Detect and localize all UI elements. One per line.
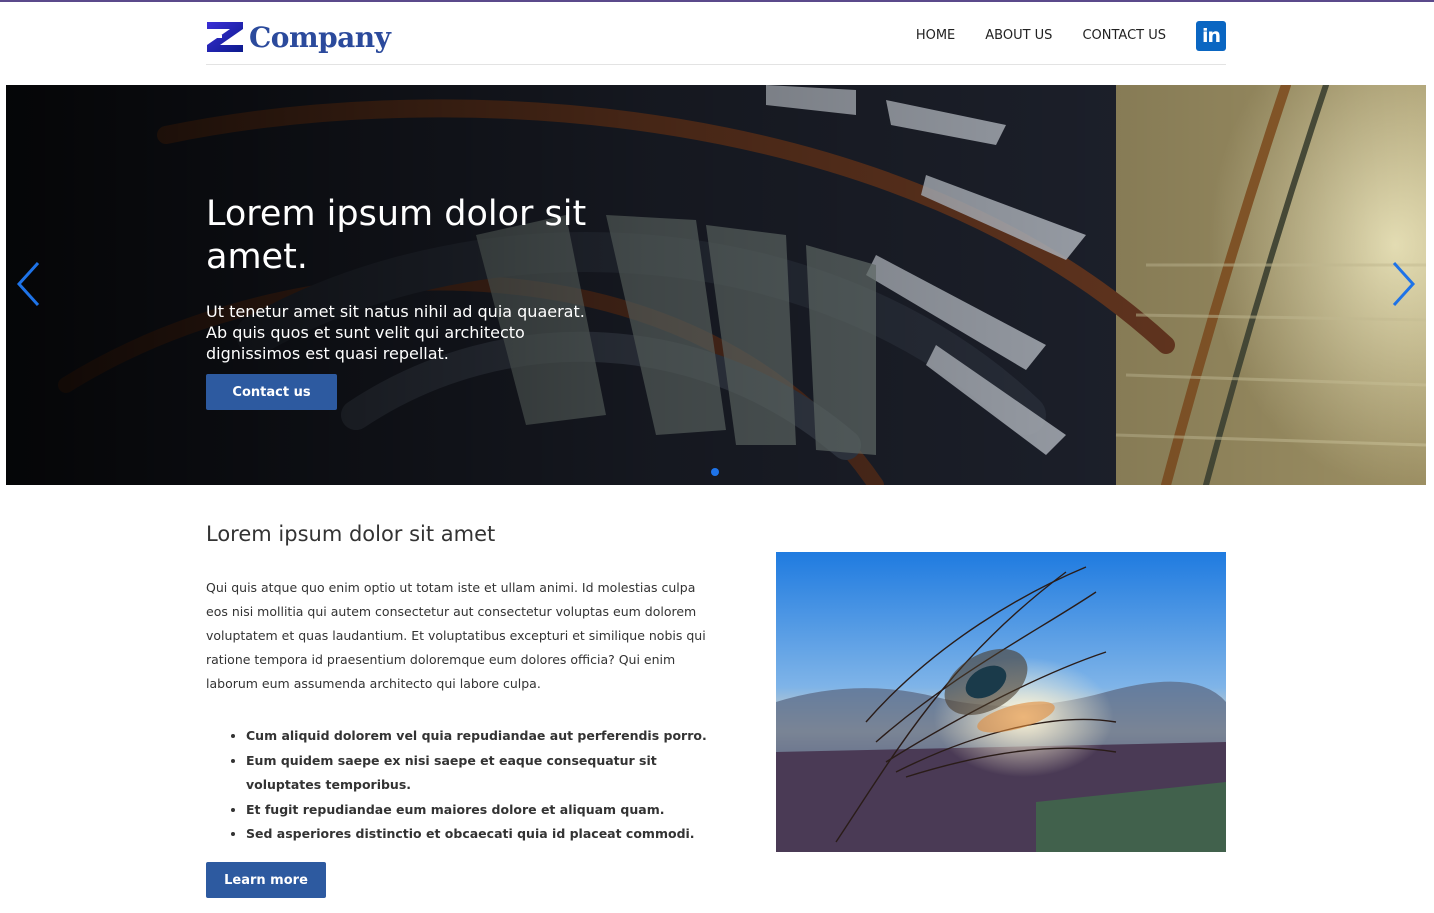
section-heading: Lorem ipsum dolor sit amet — [206, 522, 496, 546]
linkedin-icon[interactable]: in — [1196, 21, 1226, 51]
site-header: Company HOME ABOUT US CONTACT US in — [206, 2, 1226, 65]
list-item: Et fugit repudiandae eum maiores dolore … — [246, 798, 716, 823]
logo-text: Company — [249, 20, 391, 54]
list-item: Sed asperiores distinctio et obcaecati q… — [246, 822, 716, 847]
nav-home[interactable]: HOME — [916, 20, 955, 52]
list-item: Eum quidem saepe ex nisi saepe et eaque … — [246, 749, 716, 798]
feature-list: Cum aliquid dolorem vel quia repudiandae… — [230, 724, 716, 847]
list-item: Cum aliquid dolorem vel quia repudiandae… — [246, 724, 716, 749]
chevron-left-icon[interactable] — [14, 260, 44, 310]
contact-us-button[interactable]: Contact us — [206, 374, 337, 410]
learn-more-button[interactable]: Learn more — [206, 862, 326, 898]
hero-carousel: Lorem ipsum dolor sit amet. Ut tenetur a… — [6, 85, 1426, 485]
chevron-right-icon[interactable] — [1388, 260, 1418, 310]
hero-title: Lorem ipsum dolor sit amet. — [206, 194, 587, 277]
nav-about-us[interactable]: ABOUT US — [985, 20, 1052, 52]
main-nav: HOME ABOUT US CONTACT US in — [916, 20, 1226, 52]
nav-contact-us[interactable]: CONTACT US — [1082, 20, 1166, 52]
hero-background-image — [6, 85, 1426, 485]
logo-z-icon — [207, 22, 243, 52]
section-paragraph: Qui quis atque quo enim optio ut totam i… — [206, 580, 706, 691]
company-logo[interactable]: Company — [206, 19, 391, 55]
feather-image — [776, 552, 1226, 852]
hero-description: Ut tenetur amet sit natus nihil ad quia … — [206, 302, 585, 363]
carousel-indicator[interactable] — [711, 468, 719, 476]
linkedin-glyph: in — [1201, 25, 1221, 47]
